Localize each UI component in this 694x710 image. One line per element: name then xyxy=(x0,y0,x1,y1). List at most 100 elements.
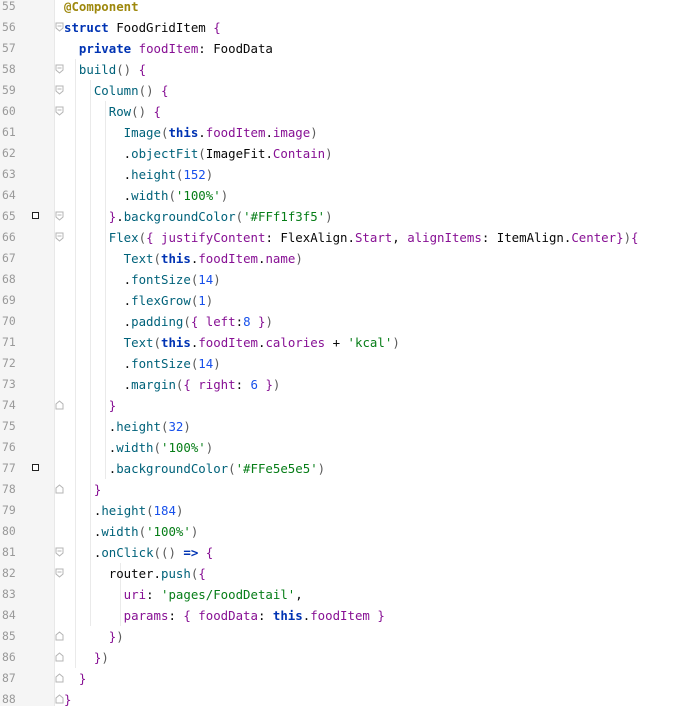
code-line[interactable]: 75 .height(32) xyxy=(0,416,694,437)
line-number[interactable]: 60 xyxy=(2,101,28,122)
fold-close-icon[interactable] xyxy=(55,484,64,494)
code-text[interactable]: } xyxy=(64,479,101,500)
code-text[interactable]: build() { xyxy=(64,59,146,80)
code-text[interactable]: .height(152) xyxy=(64,164,214,185)
code-text[interactable]: .onClick(() => { xyxy=(64,542,213,563)
code-text[interactable]: } xyxy=(64,668,86,689)
line-number[interactable]: 59 xyxy=(2,80,28,101)
code-text[interactable]: .margin({ right: 6 }) xyxy=(64,374,281,395)
code-text[interactable]: .height(32) xyxy=(64,416,191,437)
code-editor[interactable]: 55 @Component 56 struct FoodGridItem {57 pr… xyxy=(0,0,694,707)
code-text[interactable]: }) xyxy=(64,647,109,668)
code-text[interactable]: Text(this.foodItem.name) xyxy=(64,248,303,269)
code-line[interactable]: 85 }) xyxy=(0,626,694,647)
line-number[interactable]: 77 xyxy=(2,458,28,479)
code-line[interactable]: 73 .margin({ right: 6 }) xyxy=(0,374,694,395)
code-text[interactable]: .width('100%') xyxy=(64,185,228,206)
code-text[interactable]: .objectFit(ImageFit.Contain) xyxy=(64,143,333,164)
fold-close-icon[interactable] xyxy=(55,631,64,641)
line-number[interactable]: 66 xyxy=(2,227,28,248)
line-number[interactable]: 61 xyxy=(2,122,28,143)
code-text[interactable]: } xyxy=(64,689,71,710)
code-line[interactable]: 70 .padding({ left:8 }) xyxy=(0,311,694,332)
bookmark-icon[interactable] xyxy=(32,212,39,219)
fold-close-icon[interactable] xyxy=(55,673,64,683)
line-number[interactable]: 84 xyxy=(2,605,28,626)
code-text[interactable]: .width('100%') xyxy=(64,521,199,542)
line-number[interactable]: 83 xyxy=(2,584,28,605)
code-line[interactable]: 84 params: { foodData: this.foodItem } xyxy=(0,605,694,626)
code-line[interactable]: 56 struct FoodGridItem { xyxy=(0,17,694,38)
fold-open-icon[interactable] xyxy=(55,547,64,557)
code-text[interactable]: }.backgroundColor('#FFf1f3f5') xyxy=(64,206,333,227)
code-line[interactable]: 76 .width('100%') xyxy=(0,437,694,458)
code-text[interactable]: Flex({ justifyContent: FlexAlign.Start, … xyxy=(64,227,639,248)
code-line[interactable]: 82 router.push({ xyxy=(0,563,694,584)
line-number[interactable]: 79 xyxy=(2,500,28,521)
line-number[interactable]: 82 xyxy=(2,563,28,584)
code-text[interactable]: uri: 'pages/FoodDetail', xyxy=(64,584,303,605)
code-text[interactable]: .flexGrow(1) xyxy=(64,290,214,311)
line-number[interactable]: 76 xyxy=(2,437,28,458)
line-number[interactable]: 87 xyxy=(2,668,28,689)
line-number[interactable]: 57 xyxy=(2,38,28,59)
code-line[interactable]: 60 Row() { xyxy=(0,101,694,122)
code-text[interactable]: .width('100%') xyxy=(64,437,213,458)
code-line[interactable]: 61 Image(this.foodItem.image) xyxy=(0,122,694,143)
code-text[interactable]: private foodItem: FoodData xyxy=(64,38,273,59)
line-number[interactable]: 56 xyxy=(2,17,28,38)
code-line[interactable]: 78 } xyxy=(0,479,694,500)
line-number[interactable]: 81 xyxy=(2,542,28,563)
code-line[interactable]: 67 Text(this.foodItem.name) xyxy=(0,248,694,269)
line-number[interactable]: 75 xyxy=(2,416,28,437)
code-line[interactable]: 69 .flexGrow(1) xyxy=(0,290,694,311)
code-text[interactable]: Row() { xyxy=(64,101,161,122)
line-number[interactable]: 88 xyxy=(2,689,28,710)
code-line[interactable]: 81 .onClick(() => { xyxy=(0,542,694,563)
code-line[interactable]: 72 .fontSize(14) xyxy=(0,353,694,374)
code-text[interactable]: Text(this.foodItem.calories + 'kcal') xyxy=(64,332,400,353)
code-text[interactable]: Column() { xyxy=(64,80,169,101)
bookmark-icon[interactable] xyxy=(32,464,39,471)
code-line[interactable]: 64 .width('100%') xyxy=(0,185,694,206)
line-number[interactable]: 71 xyxy=(2,332,28,353)
code-text[interactable]: .fontSize(14) xyxy=(64,353,221,374)
code-line[interactable]: 83 uri: 'pages/FoodDetail', xyxy=(0,584,694,605)
fold-open-icon[interactable] xyxy=(55,568,64,578)
line-number[interactable]: 78 xyxy=(2,479,28,500)
line-number[interactable]: 68 xyxy=(2,269,28,290)
line-number[interactable]: 85 xyxy=(2,626,28,647)
code-text[interactable]: .height(184) xyxy=(64,500,184,521)
fold-open-icon[interactable] xyxy=(55,232,64,242)
line-number[interactable]: 86 xyxy=(2,647,28,668)
code-line[interactable]: 59 Column() { xyxy=(0,80,694,101)
code-text[interactable]: } xyxy=(64,395,116,416)
line-number[interactable]: 55 xyxy=(2,0,28,17)
fold-close-icon[interactable] xyxy=(55,694,64,704)
code-line[interactable]: 79 .height(184) xyxy=(0,500,694,521)
code-line[interactable]: 66 Flex({ justifyContent: FlexAlign.Star… xyxy=(0,227,694,248)
line-number[interactable]: 72 xyxy=(2,353,28,374)
code-line[interactable]: 77 .backgroundColor('#FFe5e5e5') xyxy=(0,458,694,479)
fold-open-icon[interactable] xyxy=(55,64,64,74)
code-line[interactable]: 68 .fontSize(14) xyxy=(0,269,694,290)
code-text[interactable]: Image(this.foodItem.image) xyxy=(64,122,318,143)
code-line[interactable]: 80 .width('100%') xyxy=(0,521,694,542)
code-text[interactable]: .backgroundColor('#FFe5e5e5') xyxy=(64,458,325,479)
code-text[interactable]: params: { foodData: this.foodItem } xyxy=(64,605,385,626)
code-line[interactable]: 87 } xyxy=(0,668,694,689)
code-text[interactable]: .padding({ left:8 }) xyxy=(64,311,273,332)
code-text[interactable]: @Component xyxy=(64,0,139,17)
code-line[interactable]: 63 .height(152) xyxy=(0,164,694,185)
code-line[interactable]: 57 private foodItem: FoodData xyxy=(0,38,694,59)
line-number[interactable]: 70 xyxy=(2,311,28,332)
fold-open-icon[interactable] xyxy=(55,106,64,116)
code-line[interactable]: 58 build() { xyxy=(0,59,694,80)
code-line[interactable]: 65 }.backgroundColor('#FFf1f3f5') xyxy=(0,206,694,227)
line-number[interactable]: 64 xyxy=(2,185,28,206)
code-line[interactable]: 88} xyxy=(0,689,694,710)
code-line[interactable]: 71 Text(this.foodItem.calories + 'kcal') xyxy=(0,332,694,353)
code-line[interactable]: 74 } xyxy=(0,395,694,416)
code-line[interactable]: 62 .objectFit(ImageFit.Contain) xyxy=(0,143,694,164)
line-number[interactable]: 62 xyxy=(2,143,28,164)
